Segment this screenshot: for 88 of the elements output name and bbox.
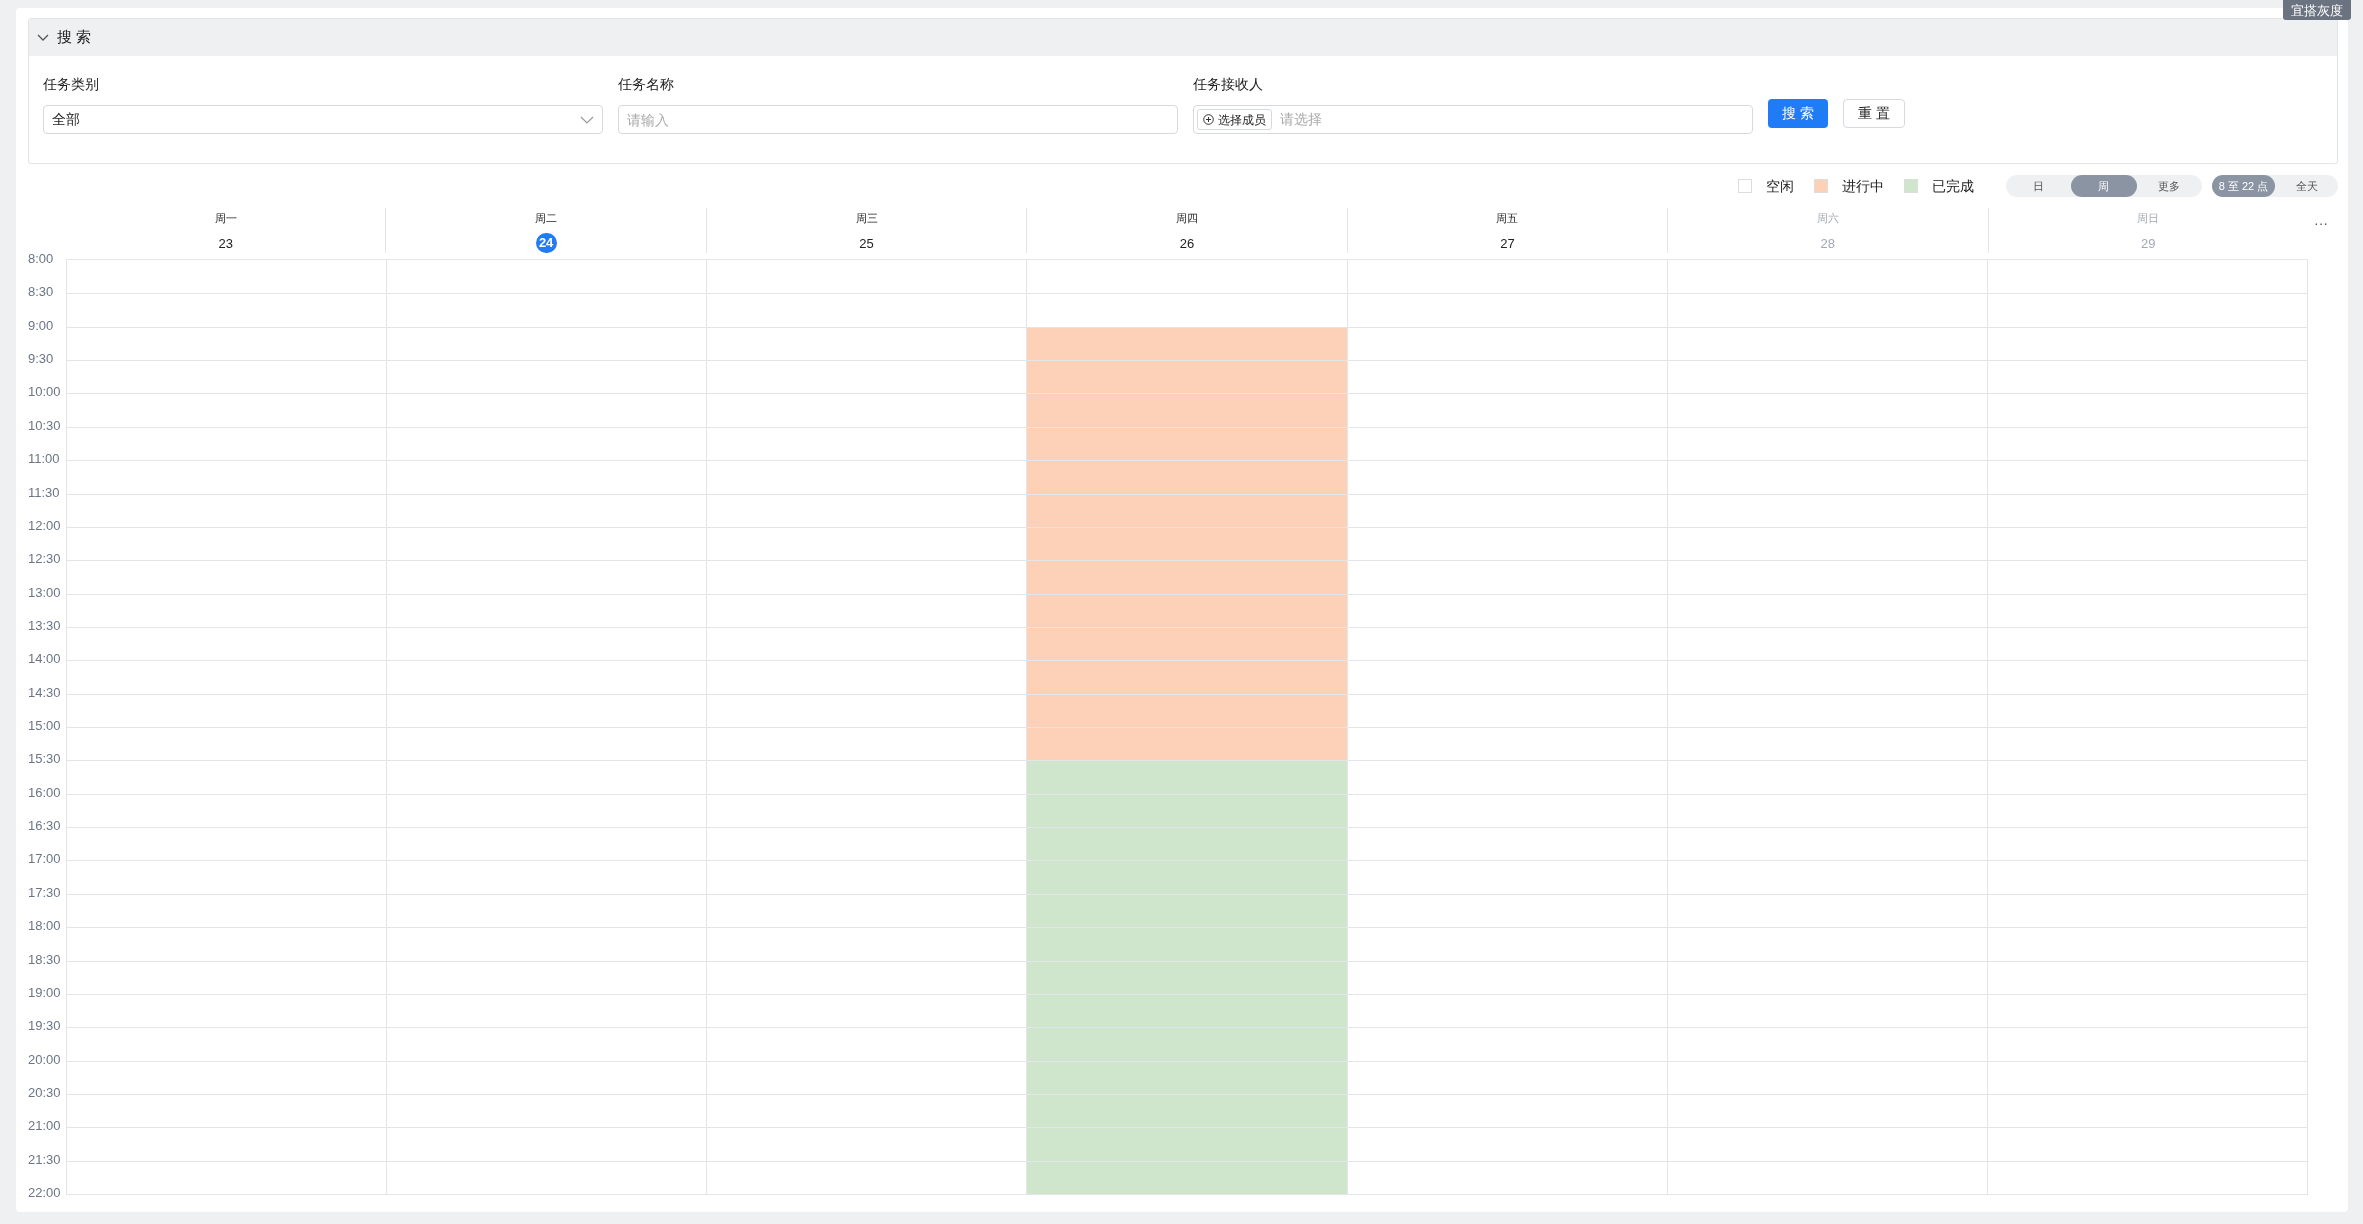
time-label: 16:30 bbox=[28, 819, 61, 834]
panel-title: 搜 索 bbox=[57, 27, 92, 48]
time-label: 13:30 bbox=[28, 618, 61, 633]
time-label: 17:30 bbox=[28, 885, 61, 900]
in-progress-slot[interactable] bbox=[1027, 660, 1347, 694]
legend-label: 空闲 bbox=[1766, 176, 1794, 196]
weekday-label: 周四 bbox=[1175, 211, 1198, 226]
completed-slot[interactable] bbox=[1027, 760, 1347, 794]
completed-slot[interactable] bbox=[1027, 827, 1347, 861]
category-select[interactable]: 全部 bbox=[43, 105, 603, 134]
select-member-button[interactable]: 选择成员 bbox=[1197, 109, 1272, 130]
chevron-icon[interactable] bbox=[37, 33, 49, 42]
completed-slot[interactable] bbox=[1027, 860, 1347, 894]
view-tab[interactable]: 更多 bbox=[2136, 175, 2202, 197]
time-label: 10:00 bbox=[28, 385, 61, 400]
in-progress-slot[interactable] bbox=[1027, 426, 1347, 461]
time-label: 8:30 bbox=[28, 285, 54, 300]
completed-slot[interactable] bbox=[1027, 1027, 1347, 1061]
field-label: 任务名称 bbox=[618, 75, 675, 90]
placeholder-text: 请选择 bbox=[1280, 110, 1322, 129]
weekday-label: 周日 bbox=[2137, 211, 2160, 226]
field-label: 任务类别 bbox=[43, 75, 100, 90]
in-progress-slot[interactable] bbox=[1027, 326, 1347, 361]
weekday-label: 周三 bbox=[855, 211, 878, 226]
member-field[interactable]: 选择成员 请选择 bbox=[1193, 105, 1753, 134]
date-number[interactable]: 25 bbox=[859, 235, 874, 252]
in-progress-slot[interactable] bbox=[1027, 693, 1347, 728]
in-progress-slot[interactable] bbox=[1027, 626, 1347, 661]
in-progress-slot[interactable] bbox=[1027, 593, 1347, 627]
time-label: 22:00 bbox=[28, 1186, 61, 1201]
time-label: 15:00 bbox=[28, 719, 61, 734]
time-label: 19:00 bbox=[28, 985, 61, 1000]
weekday-label: 周五 bbox=[1496, 211, 1519, 226]
time-label: 19:30 bbox=[28, 1019, 61, 1034]
more-button[interactable]: ··· bbox=[2314, 218, 2328, 232]
date-number[interactable]: 26 bbox=[1179, 235, 1195, 252]
completed-slot[interactable] bbox=[1027, 960, 1347, 994]
in-progress-slot[interactable] bbox=[1027, 526, 1347, 561]
weekday-label: 周一 bbox=[214, 211, 237, 226]
in-progress-slot[interactable] bbox=[1027, 393, 1347, 427]
in-progress-slot[interactable] bbox=[1027, 493, 1347, 527]
in-progress-slot[interactable] bbox=[1027, 727, 1347, 761]
reset-button[interactable]: 重 置 bbox=[1842, 99, 1905, 128]
time-label: 15:30 bbox=[28, 752, 61, 767]
name-input[interactable]: 请输入 bbox=[618, 105, 1178, 134]
legend-label: 已完成 bbox=[1932, 176, 1974, 196]
time-label: 8:00 bbox=[28, 252, 54, 266]
completed-slot[interactable] bbox=[1027, 993, 1347, 1028]
dropdown-icon bbox=[580, 115, 594, 124]
date-number[interactable]: 27 bbox=[1500, 235, 1515, 252]
completed-slot[interactable] bbox=[1027, 1060, 1347, 1094]
completed-slot[interactable] bbox=[1027, 1160, 1347, 1195]
field-label: 任务接收人 bbox=[1193, 75, 1264, 90]
legend-label: 进行中 bbox=[1842, 176, 1884, 196]
in-progress-slot[interactable] bbox=[1027, 360, 1347, 394]
view-tab[interactable]: 日 bbox=[2006, 175, 2072, 197]
in-progress-slot[interactable] bbox=[1027, 560, 1347, 594]
search-button[interactable]: 搜 索 bbox=[1768, 99, 1828, 128]
weekday-label: 周六 bbox=[1816, 211, 1839, 226]
weekday-label: 周二 bbox=[535, 211, 558, 226]
corner-badge: 宜搭灰度 bbox=[2283, 0, 2351, 20]
completed-slot[interactable] bbox=[1027, 1094, 1347, 1128]
time-label: 11:00 bbox=[28, 452, 60, 467]
time-label: 14:30 bbox=[28, 685, 61, 700]
time-label: 9:00 bbox=[28, 318, 54, 333]
time-label: 21:00 bbox=[28, 1119, 61, 1134]
time-label: 14:00 bbox=[28, 652, 61, 667]
time-label: 11:30 bbox=[28, 485, 60, 500]
time-label: 17:00 bbox=[28, 852, 61, 867]
time-label: 12:00 bbox=[28, 518, 61, 533]
time-label: 20:00 bbox=[28, 1052, 61, 1067]
time-label: 13:00 bbox=[28, 585, 61, 600]
view-tab[interactable]: 全天 bbox=[2275, 175, 2338, 197]
date-number[interactable]: 23 bbox=[218, 235, 233, 252]
time-label: 10:30 bbox=[28, 418, 61, 433]
in-progress-slot[interactable] bbox=[1027, 460, 1347, 494]
completed-slot[interactable] bbox=[1027, 1127, 1347, 1161]
completed-slot[interactable] bbox=[1027, 793, 1347, 828]
add-icon bbox=[1203, 114, 1214, 125]
time-label: 20:30 bbox=[28, 1086, 61, 1100]
time-label: 21:30 bbox=[28, 1152, 61, 1167]
time-label: 9:30 bbox=[28, 352, 54, 367]
time-label: 18:00 bbox=[28, 919, 61, 934]
time-label: 16:00 bbox=[28, 785, 61, 800]
time-label: 12:30 bbox=[28, 552, 61, 567]
completed-slot[interactable] bbox=[1027, 927, 1347, 961]
completed-slot[interactable] bbox=[1027, 893, 1347, 928]
time-label: 18:30 bbox=[28, 952, 61, 967]
